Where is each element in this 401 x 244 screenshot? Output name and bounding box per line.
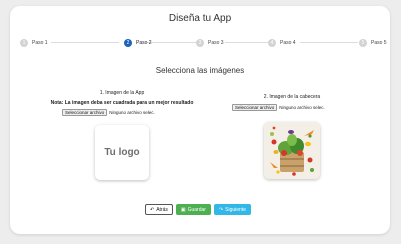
app-image-heading: 1. Imagen de la App: [99, 90, 145, 96]
step-number-badge: 3: [196, 39, 204, 47]
stepper: 1 Paso 1 2 Paso 2 3 Paso 3 4 Paso 4 5 Pa…: [20, 37, 387, 49]
action-buttons: ↶ Atrás ▣ Guardar ↷ Siguiente: [145, 204, 254, 215]
step-2[interactable]: 2 Paso 2: [124, 37, 152, 49]
step-number-badge: 4: [268, 39, 276, 47]
next-button[interactable]: ↷ Siguiente: [213, 204, 252, 215]
select-file-button[interactable]: Seleccionar archivo: [232, 104, 278, 111]
step-label: Paso 4: [280, 40, 296, 46]
step-connector: [51, 42, 119, 43]
file-status: Ninguno archivo selec.: [109, 110, 155, 115]
logo-preview[interactable]: Tu logo: [95, 125, 149, 180]
step-label: Paso 5: [371, 40, 387, 46]
step-number-badge: 2: [124, 39, 132, 47]
next-button-label: Siguiente: [225, 206, 247, 213]
select-file-button[interactable]: Seleccionar archivo: [62, 109, 108, 116]
back-button[interactable]: ↶ Atrás: [145, 204, 173, 215]
design-card: Diseña tu App 1 Paso 1 2 Paso 2 3 Paso 3…: [10, 6, 390, 234]
cover-image-heading: 2. Imagen de la cabecera: [263, 94, 321, 100]
step-3[interactable]: 3 Paso 3: [196, 37, 224, 49]
cover-image-preview[interactable]: [264, 122, 320, 179]
step-label: Paso 3: [208, 40, 224, 46]
step-number-badge: 1: [20, 39, 28, 47]
step-1[interactable]: 1 Paso 1: [20, 37, 48, 49]
page-title: Diseña tu App: [168, 13, 232, 24]
step-label: Paso 2: [136, 40, 152, 46]
cover-image-file-input: Seleccionar archivo Ninguno archivo sele…: [232, 104, 325, 111]
step-5[interactable]: 5 Paso 5: [359, 37, 387, 49]
save-button-label: Guardar: [187, 206, 206, 213]
step-connector: [300, 42, 358, 43]
app-image-file-input: Seleccionar archivo Ninguno archivo sele…: [62, 109, 155, 116]
step-number-badge: 5: [359, 39, 367, 47]
logo-placeholder-text: Tu logo: [104, 147, 140, 158]
undo-icon: ↶: [150, 206, 155, 213]
save-button[interactable]: ▣ Guardar: [175, 204, 211, 215]
back-button-label: Atrás: [156, 206, 168, 213]
vegetables-image: [264, 122, 320, 179]
step-connector: [147, 42, 197, 43]
redo-icon: ↷: [218, 206, 224, 213]
save-icon: ▣: [180, 206, 186, 213]
file-status: Ninguno archivo selec.: [279, 105, 325, 110]
section-title: Selecciona las imágenes: [155, 66, 245, 75]
app-image-note: Nota: La imagen deba ser cuadrada para u…: [50, 100, 194, 106]
step-label: Paso 1: [32, 40, 48, 46]
step-4[interactable]: 4 Paso 4: [268, 37, 296, 49]
